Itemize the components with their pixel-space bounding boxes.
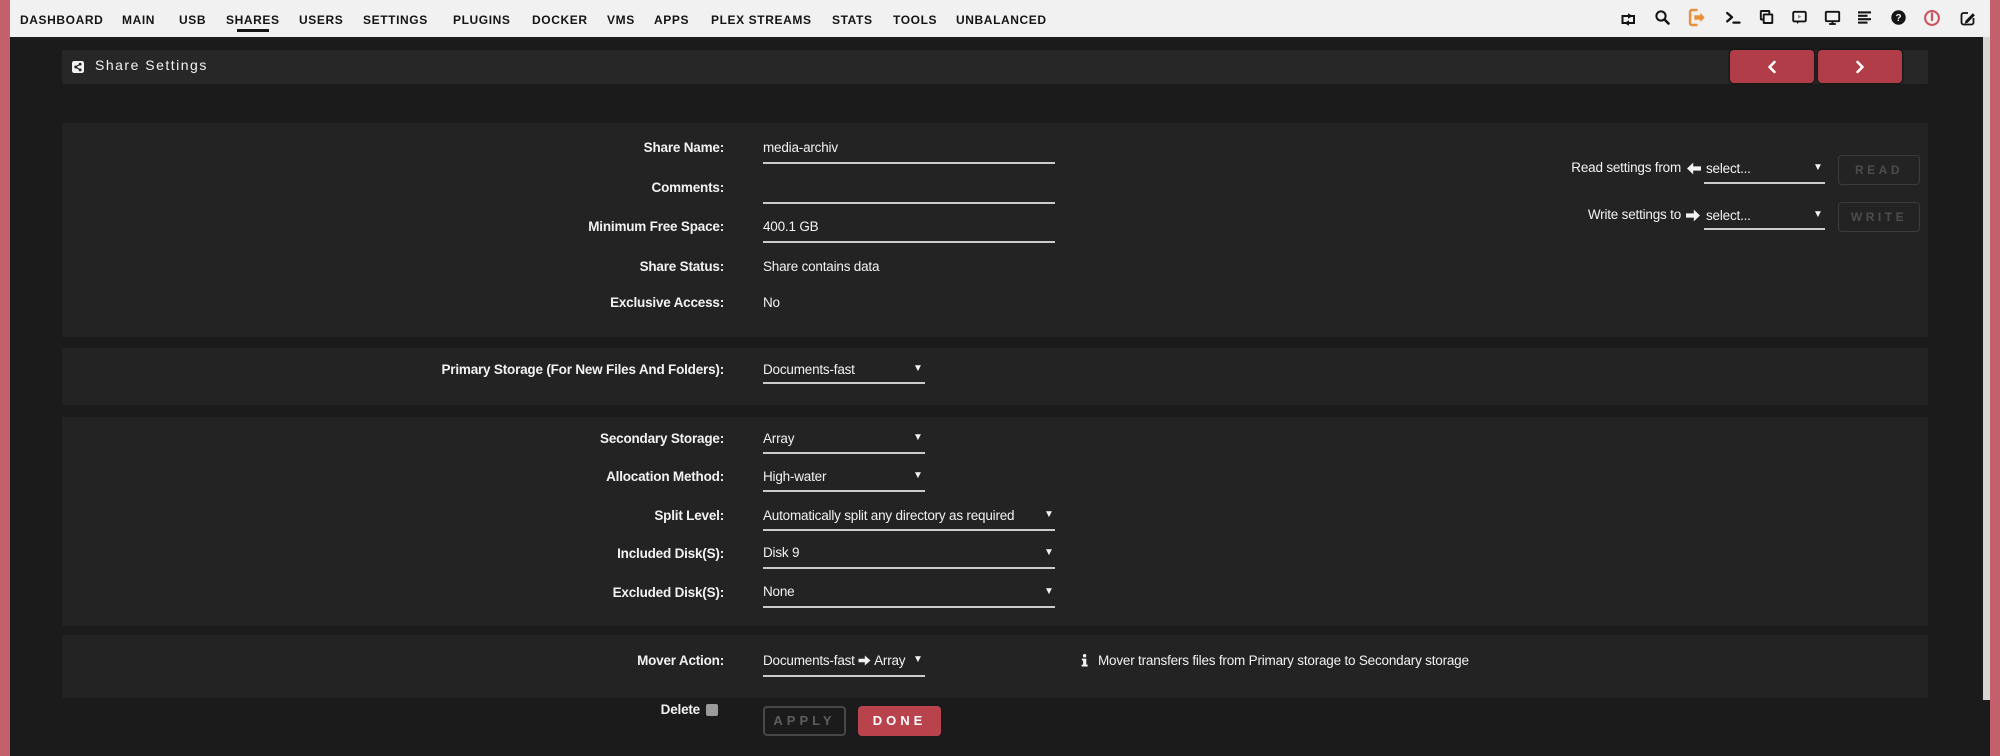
svg-text:?: ? [1895,13,1901,24]
